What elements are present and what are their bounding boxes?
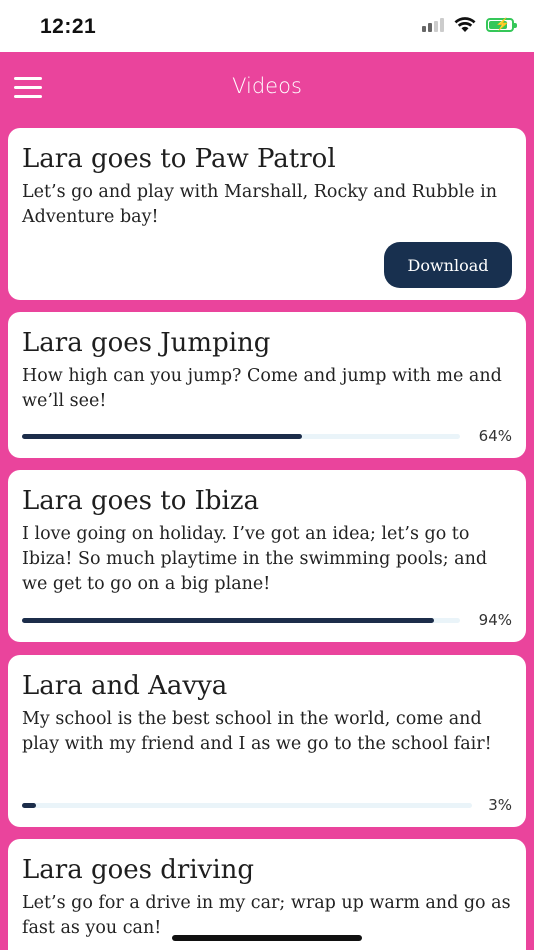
progress-bar-fill (22, 434, 303, 439)
progress-percent: 94% (478, 611, 512, 629)
video-title: Lara goes to Ibiza (22, 486, 260, 516)
progress-track (22, 434, 460, 439)
nav-bar: Videos (0, 52, 534, 122)
page-title: Videos (232, 74, 302, 98)
cellular-signal-icon (422, 18, 444, 32)
video-title: Lara and Aavya (22, 671, 228, 701)
video-card-ibiza[interactable]: Lara goes to Ibiza I love going on holid… (8, 470, 526, 642)
download-progress: 64% (22, 427, 512, 445)
video-description: Let’s go and play with Marshall, Rocky a… (22, 182, 498, 227)
video-card-paw-patrol[interactable]: Lara goes to Paw Patrol Let’s go and pla… (8, 128, 526, 300)
video-description: How high can you jump? Come and jump wit… (22, 366, 502, 411)
status-icons: ⚡ (422, 17, 517, 33)
video-description: I love going on holiday. I’ve got an ide… (22, 524, 488, 594)
status-bar: 12:21 ⚡ (0, 0, 534, 52)
progress-percent: 3% (488, 796, 512, 814)
home-indicator[interactable] (172, 935, 362, 941)
video-title: Lara goes driving (22, 855, 255, 885)
video-card-jumping[interactable]: Lara goes Jumping How high can you jump?… (8, 312, 526, 458)
progress-bar-fill (22, 803, 36, 808)
video-title: Lara goes to Paw Patrol (22, 144, 336, 174)
video-title: Lara goes Jumping (22, 328, 271, 358)
progress-percent: 64% (478, 427, 512, 445)
progress-track (22, 803, 472, 808)
video-card-driving[interactable]: Lara goes driving Let’s go for a drive i… (8, 839, 526, 950)
download-progress: 3% (22, 796, 512, 814)
progress-track (22, 618, 460, 623)
download-progress: 94% (22, 611, 512, 629)
app-screen: Videos Lara goes to Paw Patrol Let’s go … (0, 52, 534, 950)
battery-icon: ⚡ (486, 17, 517, 32)
video-description: My school is the best school in the worl… (22, 709, 492, 754)
progress-bar-fill (22, 618, 434, 623)
video-card-aavya[interactable]: Lara and Aavya My school is the best sch… (8, 655, 526, 827)
wifi-icon (454, 17, 476, 32)
video-description: Let’s go for a drive in my car; wrap up … (22, 893, 511, 938)
status-time: 12:21 (40, 15, 97, 38)
download-button[interactable]: Download (384, 242, 512, 288)
